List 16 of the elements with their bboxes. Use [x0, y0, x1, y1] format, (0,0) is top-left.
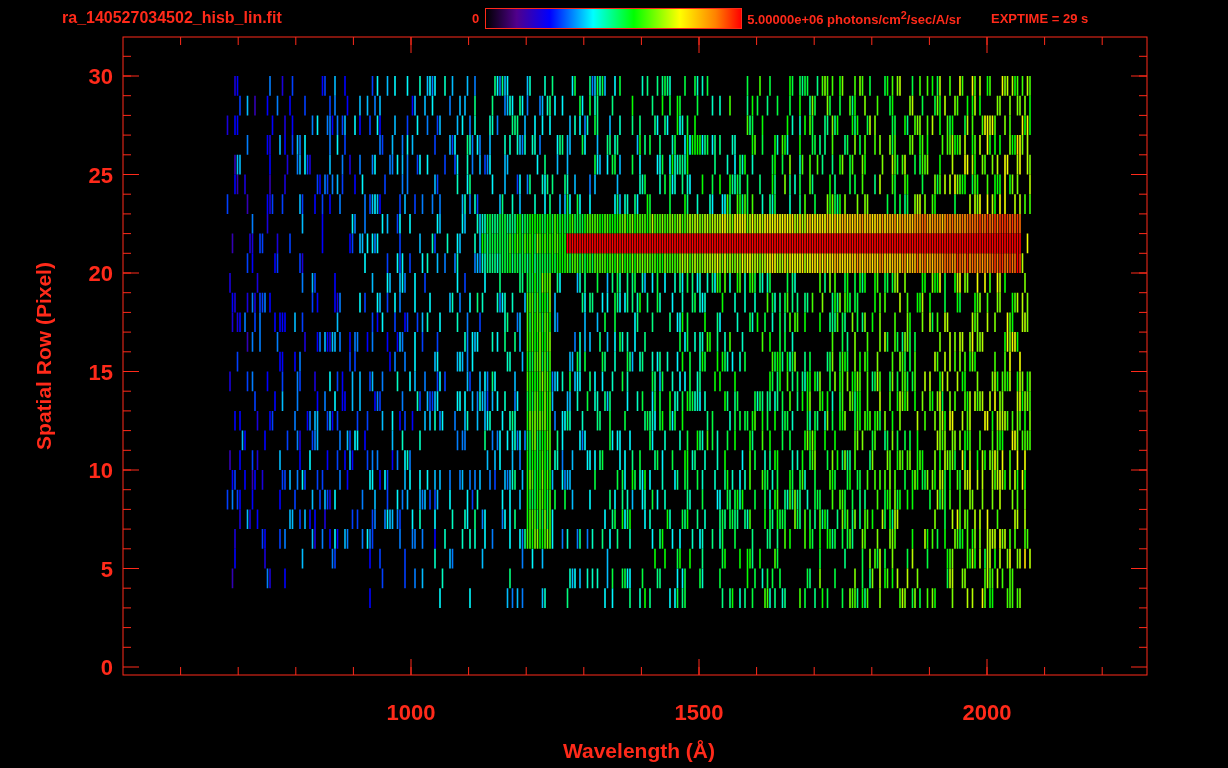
colorbar-min-label: 0 [472, 10, 480, 26]
y-tick-label: 0 [100, 655, 113, 680]
exposure-time: EXPTIME = 29 s [991, 10, 1089, 26]
y-tick-label: 20 [88, 261, 113, 286]
file-name: ra_140527034502_hisb_lin.fit [62, 9, 283, 27]
y-tick-label: 10 [88, 458, 113, 483]
y-tick-label: 25 [88, 162, 113, 188]
x-tick-label: 2000 [962, 700, 1012, 725]
y-tick-label: 15 [88, 359, 113, 385]
x-axis-label: Wavelength (Å) [562, 739, 716, 762]
colorbar-max-label: 5.00000e+06 photons/cm$^{2}$/sec/A/sr [747, 8, 962, 28]
y-tick-label: 30 [88, 64, 113, 89]
y-tick-label: 5 [100, 556, 113, 582]
x-tick-label: 1000 [386, 700, 436, 725]
y-axis-label: Spatial Row (Pixel) [32, 262, 55, 450]
x-tick-label: 1500 [674, 700, 724, 725]
